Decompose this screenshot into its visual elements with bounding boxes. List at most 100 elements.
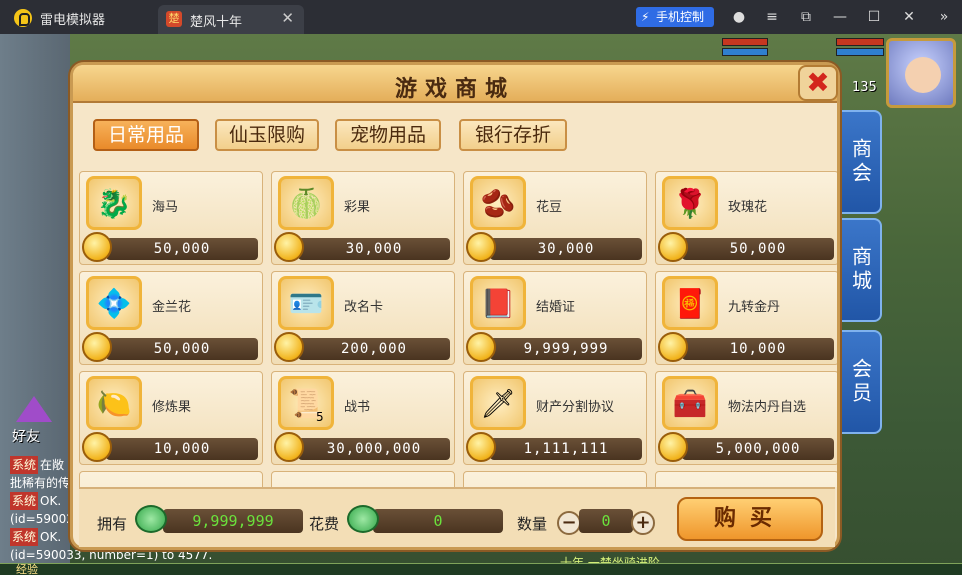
- item-price: 10,000: [106, 438, 258, 460]
- player-mp-bar: [836, 48, 884, 56]
- item-price: 10,000: [682, 338, 834, 360]
- item-price: 5,000,000: [682, 438, 834, 460]
- training-fruit-icon: 🍋: [86, 376, 142, 430]
- item-grid: 🐉 海马 50,000 🍈 彩果 30,000 🫘 花豆 30,000 🌹 玫瑰花 50,000 💠 金兰…: [79, 171, 837, 487]
- own-label: 拥有: [97, 515, 128, 533]
- gold-coin-icon: [466, 332, 496, 362]
- shop-item-card[interactable]: 💠 金兰花 50,000: [79, 271, 263, 365]
- player-avatar[interactable]: [886, 38, 956, 108]
- popout-icon[interactable]: ⧉: [796, 7, 816, 27]
- item-name: 玫瑰花: [728, 200, 768, 215]
- chat-text: OK.: [40, 494, 62, 508]
- pet-hp-bar: [722, 38, 768, 46]
- blue-flower-icon: 💠: [86, 276, 142, 330]
- shop-item-card[interactable]: 🧰 物法内丹自选 5,000,000: [655, 371, 837, 465]
- item-price: 50,000: [682, 238, 834, 260]
- shop-item-card[interactable]: 🫘 花豆 30,000: [463, 171, 647, 265]
- avatar-face: [905, 57, 941, 93]
- side-tab-mall[interactable]: 商城: [840, 218, 882, 322]
- treasure-chest-icon: 🧰: [662, 376, 718, 430]
- quantity-plus-button[interactable]: +: [631, 511, 655, 535]
- system-tag: 系统: [10, 456, 39, 474]
- shop-footer: 拥有 9,999,999 花费 0 数量 − 0 + 购买: [79, 487, 835, 547]
- item-price: 200,000: [298, 338, 450, 360]
- item-price: 30,000,000: [298, 438, 450, 460]
- shop-item-card-partial[interactable]: [271, 471, 455, 487]
- shop-item-card[interactable]: 🧧 九转金丹 10,000: [655, 271, 837, 365]
- chat-text: OK.: [40, 530, 62, 544]
- item-name: 金兰花: [152, 300, 192, 315]
- shop-close-button[interactable]: ✖: [798, 65, 838, 101]
- item-count-badge: 5: [316, 410, 324, 424]
- tab-title: 楚风十年: [190, 15, 243, 30]
- player-hp-bar: [836, 38, 884, 46]
- item-name: 修炼果: [152, 400, 192, 415]
- item-price: 9,999,999: [490, 338, 642, 360]
- cost-label: 花费: [309, 515, 340, 533]
- shop-item-card[interactable]: 🐉 海马 50,000: [79, 171, 263, 265]
- phone-control-label: 手机控制: [656, 10, 705, 24]
- item-name: 彩果: [344, 200, 371, 215]
- item-name: 九转金丹: [728, 300, 781, 315]
- gold-coin-icon: [274, 432, 304, 462]
- shop-item-card[interactable]: 📜 战书 30,000,000 5: [271, 371, 455, 465]
- tab-bank-book[interactable]: 银行存折: [459, 119, 567, 151]
- shop-item-card[interactable]: 🗡 财产分割协议 1,111,111: [463, 371, 647, 465]
- agreement-icon: 🗡: [470, 376, 526, 430]
- gold-coin-icon: [274, 232, 304, 262]
- maximize-icon[interactable]: ☐: [864, 7, 884, 27]
- bolt-icon: ⚡: [641, 10, 650, 24]
- quantity-label: 数量: [517, 515, 548, 533]
- own-value: 9,999,999: [163, 509, 303, 533]
- shop-item-card[interactable]: 📕 结婚证 9,999,999: [463, 271, 647, 365]
- shop-item-card[interactable]: 🌹 玫瑰花 50,000: [655, 171, 837, 265]
- shop-item-card-partial[interactable]: [655, 471, 837, 487]
- quantity-input[interactable]: 0: [579, 509, 633, 533]
- jade-coin-icon: [135, 505, 167, 533]
- app-logo-icon: [14, 9, 32, 27]
- friend-hat-icon: [16, 396, 52, 422]
- item-name: 战书: [344, 400, 371, 415]
- shop-item-card[interactable]: 🪪 改名卡 200,000: [271, 271, 455, 365]
- war-letter-icon: 📜: [278, 376, 334, 430]
- side-tab-vip[interactable]: 会员: [840, 330, 882, 434]
- phone-control-button[interactable]: ⚡ 手机控制: [636, 7, 714, 27]
- friend-label: 好友: [12, 429, 40, 445]
- game-scene[interactable]: 135 商会 商城 会员 好友 系统 在敞 批稀有的传 系统 OK. (id=590…: [0, 34, 962, 575]
- expand-icon[interactable]: »: [934, 7, 954, 27]
- item-price: 30,000: [490, 238, 642, 260]
- seahorse-icon: 🐉: [86, 176, 142, 230]
- item-name: 财产分割协议: [536, 400, 615, 415]
- chat-text: 批稀有的传: [10, 476, 71, 490]
- window-titlebar: 雷电模拟器 楚 楚风十年 ✕ ⚡ 手机控制 ● ≡ ⧉ — ☐ ✕ »: [0, 0, 962, 34]
- buy-button[interactable]: 购买: [677, 497, 823, 541]
- shop-item-card[interactable]: 🍋 修炼果 10,000: [79, 371, 263, 465]
- cost-value: 0: [373, 509, 503, 533]
- quantity-minus-button[interactable]: −: [557, 511, 581, 535]
- minimize-icon[interactable]: —: [830, 7, 850, 27]
- tab-daily-goods[interactable]: 日常用品: [93, 119, 199, 151]
- marriage-cert-icon: 📕: [470, 276, 526, 330]
- tab-close-icon[interactable]: ✕: [281, 9, 294, 27]
- item-price: 50,000: [106, 238, 258, 260]
- gold-coin-icon: [82, 332, 112, 362]
- tab-pet-goods[interactable]: 宠物用品: [335, 119, 441, 151]
- close-icon[interactable]: ✕: [899, 7, 919, 27]
- shop-item-card-partial[interactable]: [463, 471, 647, 487]
- bean-icon: 🫘: [470, 176, 526, 230]
- player-level: 135: [852, 80, 877, 95]
- gold-coin-icon: [82, 432, 112, 462]
- side-tab-guild[interactable]: 商会: [840, 110, 882, 214]
- shop-item-card-partial[interactable]: [79, 471, 263, 487]
- fruit-icon: 🍈: [278, 176, 334, 230]
- tab-jade-limited[interactable]: 仙玉限购: [215, 119, 319, 151]
- item-price: 1,111,111: [490, 438, 642, 460]
- shop-header: 游戏商城: [73, 65, 837, 103]
- user-icon[interactable]: ●: [729, 7, 749, 27]
- item-price: 30,000: [298, 238, 450, 260]
- gold-coin-icon: [658, 332, 688, 362]
- shop-item-card[interactable]: 🍈 彩果 30,000: [271, 171, 455, 265]
- tab-game[interactable]: 楚 楚风十年 ✕: [158, 5, 304, 34]
- menu-icon[interactable]: ≡: [762, 7, 782, 27]
- rose-icon: 🌹: [662, 176, 718, 230]
